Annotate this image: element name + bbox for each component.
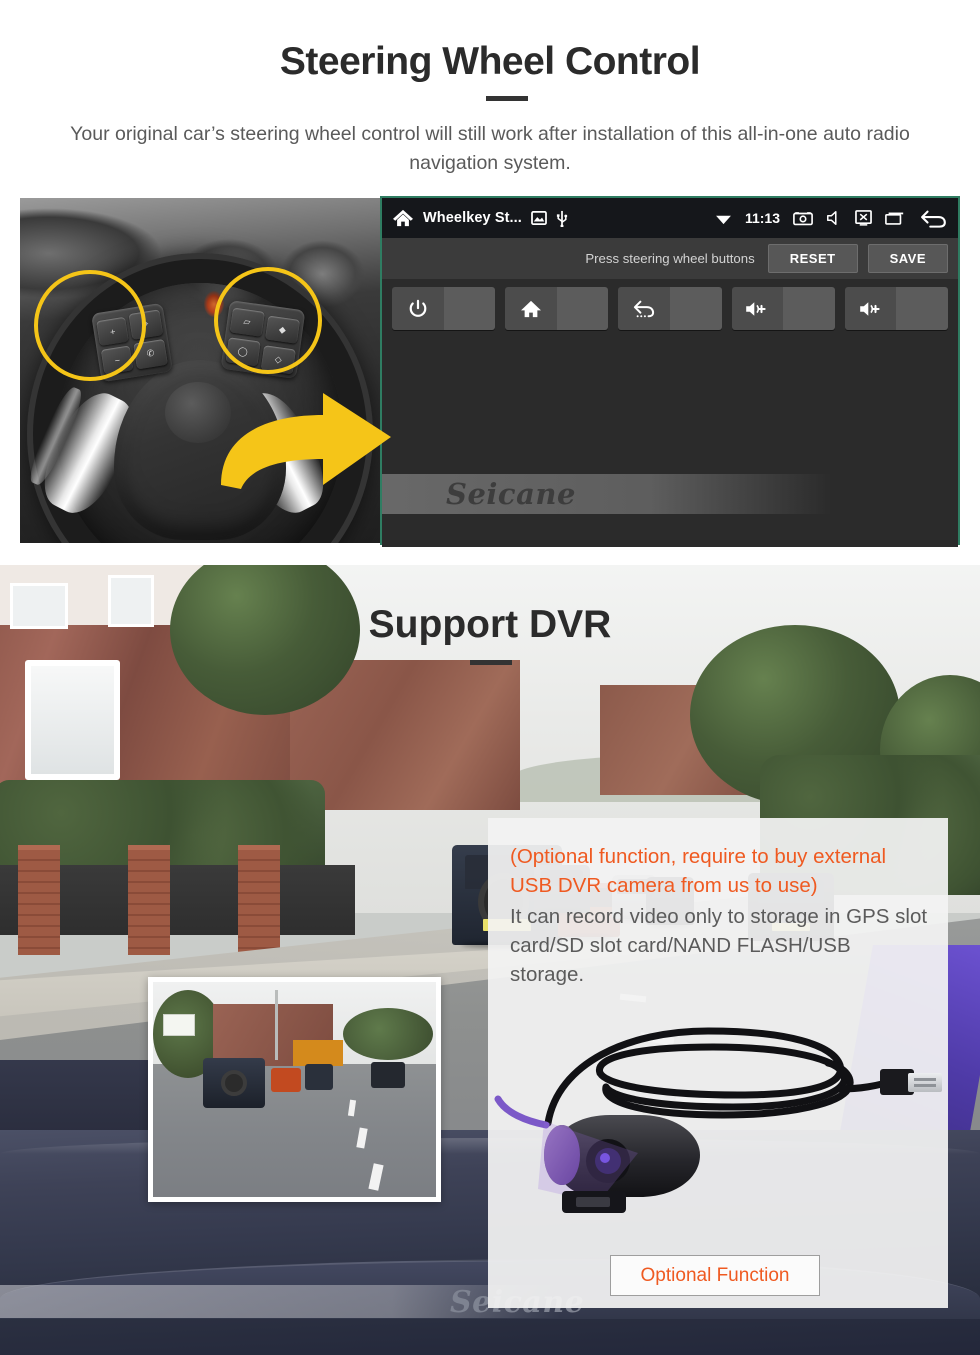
- save-button[interactable]: SAVE: [867, 244, 948, 273]
- highlight-circle-left: [34, 270, 146, 381]
- screenshot-icon[interactable]: [793, 211, 813, 226]
- bay-window: [25, 660, 120, 780]
- steering-wheel-subtitle: Your original car’s steering wheel contr…: [70, 123, 910, 174]
- status-bar-clock: 11:13: [744, 210, 780, 226]
- power-icon: [392, 287, 444, 330]
- home-icon[interactable]: [392, 208, 414, 228]
- highlight-circle-right: [214, 267, 323, 374]
- volume-up-icon: [731, 287, 784, 330]
- seicane-watermark: Seicane: [446, 477, 576, 511]
- volume-up-icon: [844, 287, 897, 330]
- back-undo-icon: [618, 287, 670, 330]
- yellow-arrow-icon: [221, 393, 391, 489]
- app-title: Wheelkey St...: [423, 210, 522, 226]
- preview-vehicle-dark: [305, 1064, 333, 1090]
- brick-pillar: [128, 845, 170, 955]
- dvr-info-card: (Optional function, require to buy exter…: [488, 818, 948, 1308]
- key-value: [443, 287, 496, 330]
- key-value: [896, 287, 948, 330]
- support-dvr-title: Support DVR: [368, 603, 612, 646]
- head-unit-key-list: Seicane: [382, 279, 958, 547]
- image-icon: [531, 211, 547, 225]
- home-icon: [505, 287, 557, 330]
- preview-vehicle-red: [271, 1068, 301, 1092]
- recent-apps-icon[interactable]: [885, 211, 905, 225]
- usb-icon: [556, 210, 568, 227]
- key-mapping-home[interactable]: [505, 287, 609, 330]
- key-value: [670, 287, 722, 330]
- screen-off-icon[interactable]: [855, 210, 872, 226]
- android-status-bar: Wheelkey St... 11:13: [382, 198, 958, 238]
- optional-function-button[interactable]: Optional Function: [610, 1255, 820, 1296]
- steering-wheel-control-section: Steering Wheel Control Your original car…: [0, 0, 980, 565]
- dashcam-preview-image: [148, 977, 441, 1202]
- dvr-title-divider: [470, 660, 512, 665]
- reset-button[interactable]: RESET: [767, 244, 858, 273]
- title-divider: [486, 96, 528, 101]
- key-mapping-volume-up-1[interactable]: [731, 287, 835, 330]
- dvr-warning-text: (Optional function, require to buy exter…: [510, 845, 887, 897]
- key-value: [783, 287, 835, 330]
- key-value: [556, 287, 609, 330]
- brick-pillar: [18, 845, 60, 955]
- preview-sign: [163, 1014, 195, 1036]
- preview-lamp-post: [275, 990, 278, 1060]
- head-unit-action-bar: Press steering wheel buttons RESET SAVE: [382, 238, 958, 279]
- wifi-icon: [715, 212, 732, 225]
- preview-tree: [343, 1008, 433, 1060]
- head-unit-screen: Wheelkey St... 11:13 Press steering whee…: [380, 196, 960, 547]
- dvr-body-text: It can record video only to storage in G…: [510, 905, 928, 986]
- preview-spare-wheel: [221, 1070, 247, 1096]
- steering-wheel-title: Steering Wheel Control: [279, 40, 701, 83]
- preview-truck: [293, 1040, 343, 1066]
- back-arrow-icon[interactable]: [918, 208, 948, 228]
- key-mapping-power[interactable]: [392, 287, 496, 330]
- key-mapping-volume-up-2[interactable]: [844, 287, 948, 330]
- key-mapping-back[interactable]: [618, 287, 722, 330]
- usb-dvr-camera-product-image: [494, 1027, 942, 1213]
- preview-vehicle-oncoming: [371, 1062, 405, 1088]
- brick-pillar: [238, 845, 280, 955]
- mute-icon[interactable]: [826, 210, 842, 226]
